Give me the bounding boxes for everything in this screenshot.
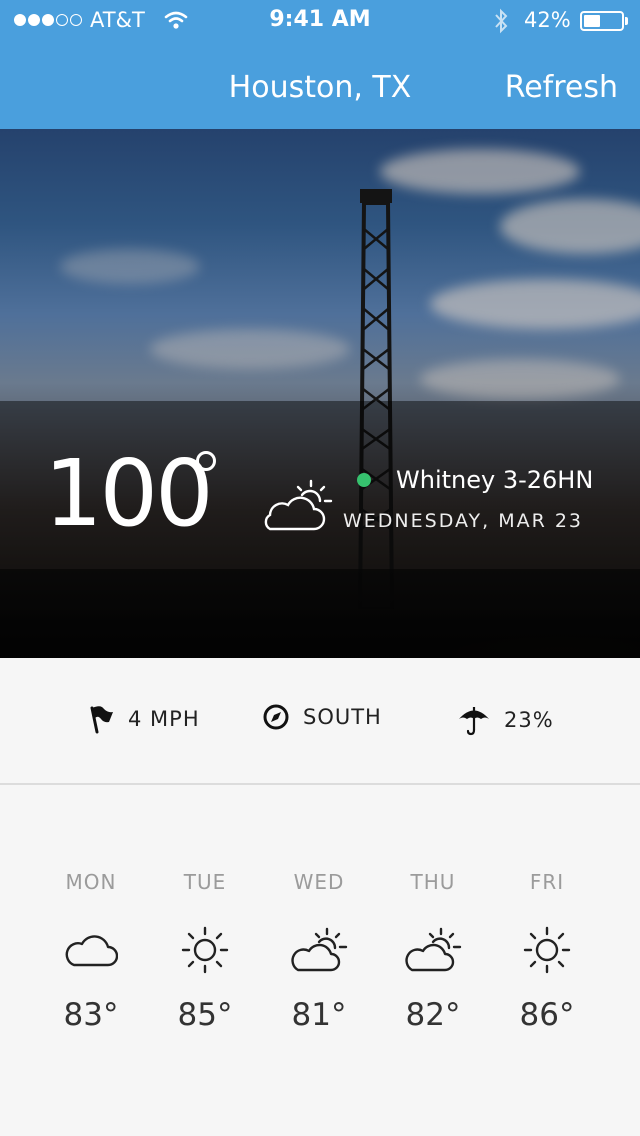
forecast-day-name: WED — [293, 870, 345, 894]
battery-percentage: 42% — [524, 8, 571, 32]
forecast-day: THU 82° — [376, 869, 490, 1035]
header-bar: AT&T 9:41 AM 42% Houston, TX Refresh — [0, 0, 640, 129]
forecast-day: MON 83° — [34, 869, 148, 1035]
degree-symbol — [196, 451, 216, 471]
hero-image: 100 Whitney 3-26HN WEDNESDAY, MAR 23 — [0, 129, 640, 658]
forecast-day-name: THU — [410, 870, 456, 894]
forecast-day: TUE 85° — [148, 869, 262, 1035]
flag-icon — [90, 706, 113, 734]
forecast-day-name: FRI — [529, 870, 565, 894]
partly-cloudy-icon — [405, 927, 462, 972]
well-status-indicator — [357, 473, 371, 487]
current-temperature: 100 — [44, 440, 214, 547]
forecast-day: FRI 86° — [490, 869, 604, 1035]
forecast-temp: 83° — [63, 997, 119, 1033]
bluetooth-icon — [495, 8, 508, 34]
precipitation: 23% — [458, 704, 554, 736]
well-name: Whitney 3-26HN — [396, 466, 594, 494]
forecast-temp: 86° — [519, 997, 575, 1033]
current-date: WEDNESDAY, MAR 23 — [343, 510, 584, 532]
refresh-button[interactable]: Refresh — [505, 68, 618, 108]
forecast-day: WED 81° — [262, 869, 376, 1035]
partly-cloudy-icon — [291, 927, 348, 972]
conditions-row: 4 MPH SOUTH 23% — [0, 658, 640, 785]
forecast-day-name: TUE — [183, 870, 227, 894]
forecast-temp: 85° — [177, 997, 233, 1033]
wind-speed-value: 4 MPH — [128, 707, 200, 731]
partly-cloudy-icon — [264, 479, 333, 531]
cloud-icon — [65, 935, 118, 967]
precipitation-value: 23% — [504, 708, 554, 732]
compass-icon — [263, 704, 289, 730]
sun-icon — [181, 926, 229, 974]
sun-icon — [523, 926, 571, 974]
status-bar: AT&T 9:41 AM 42% — [0, 0, 640, 40]
wind-direction-value: SOUTH — [303, 705, 382, 729]
forecast-temp: 81° — [291, 997, 347, 1033]
wind-speed: 4 MPH — [88, 704, 200, 734]
forecast-day-name: MON — [65, 870, 117, 894]
forecast-temp: 82° — [405, 997, 461, 1033]
wind-direction: SOUTH — [263, 704, 382, 730]
five-day-forecast: MON 83° TUE 85° WED 81° THU 82° FRI 86° — [0, 785, 640, 1136]
umbrella-icon — [459, 707, 489, 736]
battery-icon — [580, 11, 628, 31]
